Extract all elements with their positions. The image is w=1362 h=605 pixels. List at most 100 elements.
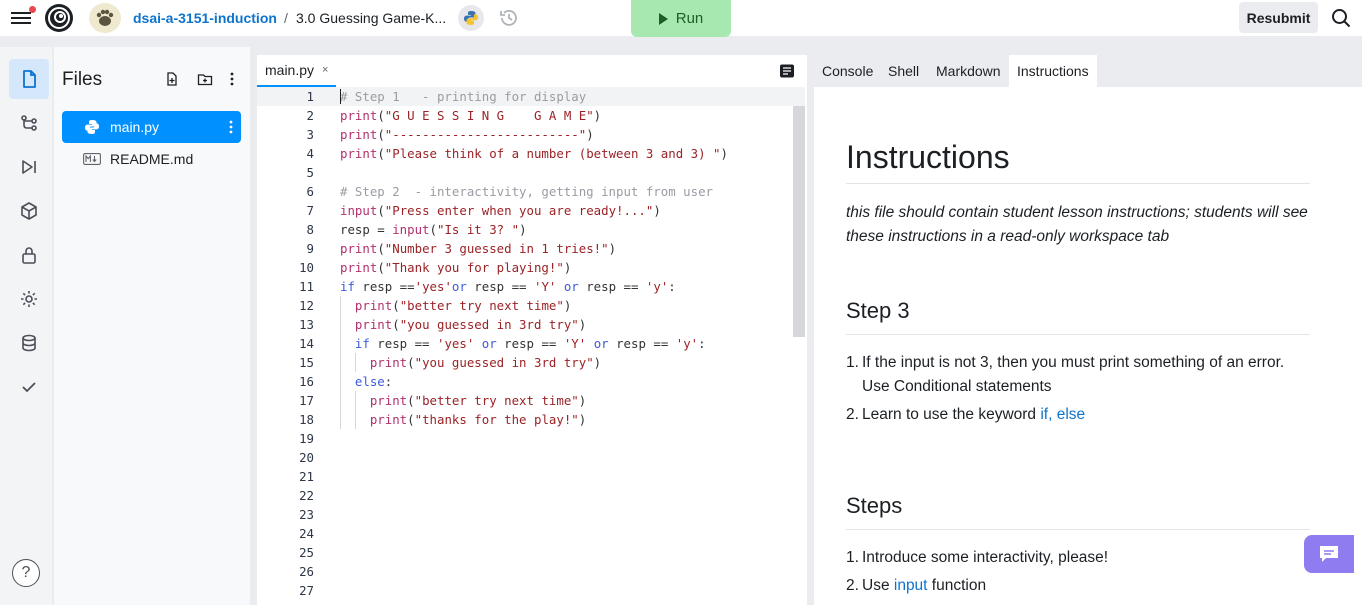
list-text: If the input is not 3, then you must pri… xyxy=(862,354,1285,395)
code-text: print("Number 3 guessed in 1 tries!") xyxy=(340,241,617,256)
code-line[interactable]: 24 xyxy=(257,524,805,543)
code-line[interactable]: 27 xyxy=(257,581,805,600)
database-icon xyxy=(22,334,36,352)
breadcrumb-separator: / xyxy=(284,10,288,26)
list-number: 2. xyxy=(846,577,859,594)
close-icon[interactable]: × xyxy=(322,64,328,76)
line-number: 12 xyxy=(299,298,314,313)
tab-console[interactable]: Console xyxy=(814,55,881,87)
help-button[interactable]: ? xyxy=(12,559,40,587)
code-line[interactable]: 23 xyxy=(257,505,805,524)
tab-shell[interactable]: Shell xyxy=(880,55,927,87)
packages-rail-button[interactable] xyxy=(9,191,49,231)
settings-rail-button[interactable] xyxy=(9,279,49,319)
code-text: print("thanks for the play!") xyxy=(369,412,587,427)
check-icon xyxy=(22,382,36,393)
line-number: 23 xyxy=(299,507,314,522)
code-line[interactable]: 25 xyxy=(257,543,805,562)
line-number: 7 xyxy=(306,203,314,218)
code-text: print("Please think of a number (between… xyxy=(340,146,728,161)
code-line[interactable]: 4 print("Please think of a number (betwee… xyxy=(257,144,805,163)
code-line[interactable]: 5 xyxy=(257,163,805,182)
breadcrumb-assignment[interactable]: 3.0 Guessing Game-K... xyxy=(296,10,446,26)
step3-heading: Step 3 xyxy=(846,298,910,323)
list-number: 1. xyxy=(846,354,859,371)
search-icon[interactable] xyxy=(1330,7,1352,29)
code-editor: main.py × 1 # Step 1 - printing for displ… xyxy=(257,55,807,605)
editor-tab-main-py[interactable]: main.py × xyxy=(257,55,337,87)
gear-icon xyxy=(21,291,37,307)
list-text: Use xyxy=(862,577,894,594)
git-rail-button[interactable] xyxy=(9,103,49,143)
course-avatar[interactable] xyxy=(89,3,121,33)
line-number: 25 xyxy=(299,545,314,560)
editor-tab-label: main.py xyxy=(265,62,315,78)
code-line[interactable]: 7 input("Press enter when you are ready!.… xyxy=(257,201,805,220)
run-button-label: Run xyxy=(675,10,704,27)
more-options-icon[interactable] xyxy=(224,71,240,87)
code-area[interactable]: 1 # Step 1 - printing for display 2 print("… xyxy=(257,87,807,605)
list-text-after: function xyxy=(927,577,987,594)
code-line[interactable]: 21 xyxy=(257,467,805,486)
code-line[interactable]: 8 resp = input("Is it 3? ") xyxy=(257,220,805,239)
right-panel-tabs: Console Shell Markdown Instructions xyxy=(776,55,1362,87)
tab-markdown[interactable]: Markdown xyxy=(928,55,1009,87)
secrets-rail-button[interactable] xyxy=(9,235,49,275)
debug-rail-button[interactable] xyxy=(9,147,49,187)
indent-guide xyxy=(340,353,341,372)
lock-icon xyxy=(22,247,36,264)
file-item-readme-md[interactable]: README.md xyxy=(62,143,241,175)
menu-icon[interactable] xyxy=(10,6,36,27)
panel-toggle-icon[interactable] xyxy=(779,63,795,79)
code-line[interactable]: 10 print("Thank you for playing!") xyxy=(257,258,805,277)
code-text: print("you guessed in 3rd try") xyxy=(354,317,587,332)
tests-rail-button[interactable] xyxy=(9,367,49,407)
app-logo-icon[interactable] xyxy=(43,2,75,34)
files-rail-button[interactable] xyxy=(9,59,49,99)
indent-guide xyxy=(354,391,356,410)
line-number: 2 xyxy=(306,108,314,123)
breadcrumb-course-link[interactable]: dsai-a-3151-induction xyxy=(133,10,277,26)
database-rail-button[interactable] xyxy=(9,323,49,363)
line-number: 4 xyxy=(306,146,314,161)
resubmit-button[interactable]: Resubmit xyxy=(1239,2,1318,33)
line-number: 19 xyxy=(299,431,314,446)
code-line[interactable]: 22 xyxy=(257,486,805,505)
instructions-title: Instructions xyxy=(846,139,1010,175)
package-icon xyxy=(21,202,37,220)
chat-button[interactable] xyxy=(1304,535,1354,573)
tab-instructions[interactable]: Instructions xyxy=(1009,55,1097,87)
divider xyxy=(846,529,1310,530)
indent-guide xyxy=(340,410,341,429)
code-line[interactable]: 19 xyxy=(257,429,805,448)
instructions-intro: this file should contain student lesson … xyxy=(846,204,1308,245)
code-text: print("you guessed in 3rd try") xyxy=(369,355,602,370)
line-number: 10 xyxy=(299,260,314,275)
file-item-main-py[interactable]: main.py xyxy=(62,111,241,143)
code-text: print("better try next time") xyxy=(369,393,587,408)
new-folder-icon[interactable] xyxy=(197,71,213,87)
code-line[interactable]: 20 xyxy=(257,448,805,467)
indent-guide xyxy=(340,372,341,391)
code-line[interactable]: 9 print("Number 3 guessed in 1 tries!") xyxy=(257,239,805,258)
code-line[interactable]: 2 print("G U E S S I N G G A M E") xyxy=(257,106,805,125)
git-branch-icon xyxy=(21,115,37,131)
code-line[interactable]: 6 # Step 2 - interactivity, getting input… xyxy=(257,182,805,201)
line-number: 22 xyxy=(299,488,314,503)
new-file-icon[interactable] xyxy=(164,71,180,87)
line-number: 15 xyxy=(299,355,314,370)
input-link[interactable]: input xyxy=(894,577,928,594)
code-line[interactable]: 11 if resp =='yes'or resp == 'Y' or resp … xyxy=(257,277,805,296)
line-number: 5 xyxy=(306,165,314,180)
run-button[interactable]: Run xyxy=(631,0,731,37)
markdown-icon xyxy=(82,153,102,165)
code-line[interactable]: 3 print("-------------------------") xyxy=(257,125,805,144)
code-text: else: xyxy=(354,374,393,389)
history-icon[interactable] xyxy=(498,7,520,29)
code-line[interactable]: 26 xyxy=(257,562,805,581)
file-menu-icon[interactable] xyxy=(229,119,233,135)
if-else-link[interactable]: if, else xyxy=(1040,406,1085,423)
text-cursor xyxy=(340,89,341,104)
code-text: if resp =='yes'or resp == 'Y' or resp ==… xyxy=(340,279,676,294)
list-item: 1. If the input is not 3, then you must … xyxy=(846,351,1316,399)
